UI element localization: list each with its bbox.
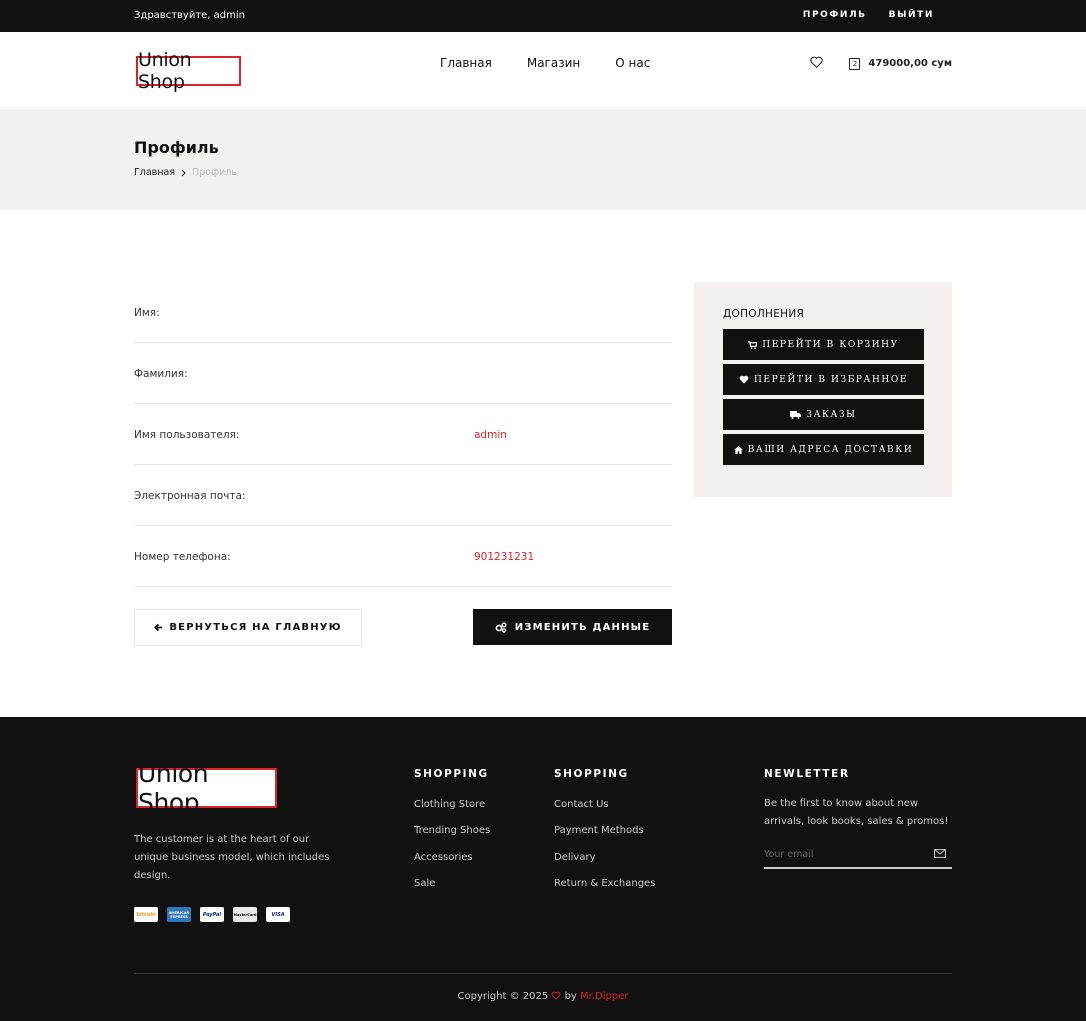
footer-col-title: SHOPPING <box>554 768 629 780</box>
edit-profile-label: ИЗМЕНИТЬ ДАННЫЕ <box>514 621 651 633</box>
top-bar: Здравствуйте, admin ПРОФИЛЬ ВЫЙТИ <box>0 0 1086 32</box>
heart-outline-icon <box>551 991 561 1000</box>
arrow-left-icon <box>154 623 163 632</box>
row-label: Фамилия: <box>134 368 188 380</box>
site-logo[interactable]: Union Shop <box>136 49 241 93</box>
copyright-text: Copyright © 2025 <box>457 991 549 1002</box>
nav-shop[interactable]: Магазин <box>527 56 580 70</box>
chevron-right-icon <box>181 169 186 176</box>
mastercard-card-icon: MasterCard <box>233 907 257 922</box>
back-home-button[interactable]: ВЕРНУТЬСЯ НА ГЛАВНУЮ <box>134 609 362 646</box>
profile-row-phone: Номер телефона: 901231231 <box>134 526 672 587</box>
newsletter-title: NEWLETTER <box>764 768 850 780</box>
newsletter-form <box>764 847 952 869</box>
cart-button[interactable]: 2 479000,00 сум <box>849 57 952 70</box>
back-home-label: ВЕРНУТЬСЯ НА ГЛАВНУЮ <box>169 622 342 633</box>
footer-link[interactable]: Clothing Store <box>414 799 485 810</box>
cart-bag-icon: 2 <box>849 57 861 70</box>
row-label: Электронная почта: <box>134 490 246 502</box>
profile-row-email: Электронная почта: <box>134 465 672 526</box>
footer-link[interactable]: Contact Us <box>554 799 609 810</box>
extras-panel: ДОПОЛНЕНИЯ ПЕРЕЙТИ В КОРЗИНУ ПЕРЕЙТИ В И… <box>694 282 952 497</box>
row-value: 901231231 <box>474 551 535 563</box>
profile-link[interactable]: ПРОФИЛЬ <box>803 10 867 20</box>
row-label: Имя пользователя: <box>134 429 240 441</box>
orders-label: ЗАКАЗЫ <box>806 409 857 420</box>
newsletter-text: Be the first to know about new arrivals,… <box>764 798 949 827</box>
wishlist-heart-icon[interactable] <box>810 56 824 71</box>
profile-row-username: Имя пользователя: admin <box>134 404 672 465</box>
breadcrumb: Главная Профиль <box>134 167 237 178</box>
footer-logo[interactable]: Union Shop <box>136 759 277 817</box>
go-to-favorites-button[interactable]: ПЕРЕЙТИ В ИЗБРАННОЕ <box>723 364 924 395</box>
row-value: admin <box>474 429 507 441</box>
gears-icon <box>495 622 507 633</box>
footer-link[interactable]: Payment Methods <box>554 825 644 836</box>
newsletter-email-input[interactable] <box>764 849 924 860</box>
go-to-cart-button[interactable]: ПЕРЕЙТИ В КОРЗИНУ <box>723 329 924 360</box>
home-icon <box>733 445 743 454</box>
footer-divider <box>134 973 952 974</box>
cart-count: 2 <box>852 59 858 68</box>
bitcoin-card-icon: bitcoin <box>134 907 158 922</box>
row-label: Номер телефона: <box>134 551 231 563</box>
profile-row-first-name: Имя: <box>134 282 672 343</box>
orders-button[interactable]: ЗАКАЗЫ <box>723 399 924 430</box>
breadcrumb-current: Профиль <box>192 167 238 178</box>
main-nav: Главная Магазин О нас <box>440 56 650 70</box>
row-label: Имя: <box>134 307 160 319</box>
header-actions: 2 479000,00 сум <box>810 56 952 71</box>
footer-link[interactable]: Accessories <box>414 852 473 863</box>
logout-link[interactable]: ВЫЙТИ <box>889 10 934 20</box>
visa-card-icon: VISA <box>266 907 290 922</box>
go-to-favorites-label: ПЕРЕЙТИ В ИЗБРАННОЕ <box>753 374 909 385</box>
greeting-text: Здравствуйте, admin <box>134 10 245 21</box>
site-footer: Union Shop The customer is at the heart … <box>0 717 1086 1021</box>
envelope-icon[interactable] <box>934 848 946 861</box>
site-header: Union Shop Главная Магазин О нас 2 47900… <box>0 32 1086 108</box>
profile-details: Имя: Фамилия: Имя пользователя: admin Эл… <box>134 282 672 587</box>
author-link[interactable]: Mr.Dipper <box>580 991 628 1002</box>
newsletter: NEWLETTER Be the first to know about new… <box>764 768 954 869</box>
copyright: Copyright © 2025 by Mr.Dipper <box>0 991 1086 1002</box>
profile-row-last-name: Фамилия: <box>134 343 672 404</box>
footer-link[interactable]: Return & Exchanges <box>554 878 655 889</box>
nav-home[interactable]: Главная <box>440 56 492 70</box>
page-title: Профиль <box>134 138 219 157</box>
footer-logo-text: Union Shop <box>138 759 209 817</box>
footer-link[interactable]: Trending Shoes <box>414 825 490 836</box>
heart-icon <box>739 375 749 384</box>
footer-col-title: SHOPPING <box>414 768 489 780</box>
cart-icon <box>748 340 758 349</box>
copyright-by: by <box>564 991 577 1002</box>
payment-cards: bitcoin AMERICAN EXPRESS PayPal MasterCa… <box>134 907 290 922</box>
go-to-cart-label: ПЕРЕЙТИ В КОРЗИНУ <box>762 339 899 350</box>
footer-col-shopping-2: SHOPPING Contact Us Payment Methods Deli… <box>554 768 655 904</box>
logo-text: Union Shop <box>138 49 192 93</box>
footer-link[interactable]: Sale <box>414 878 435 889</box>
amex-card-icon: AMERICAN EXPRESS <box>167 907 191 922</box>
truck-icon <box>790 410 802 419</box>
delivery-addresses-button[interactable]: ВАШИ АДРЕСА ДОСТАВКИ <box>723 434 924 465</box>
page-title-band: Профиль Главная Профиль <box>0 109 1086 210</box>
footer-col-shopping-1: SHOPPING Clothing Store Trending Shoes A… <box>414 768 490 904</box>
footer-description: The customer is at the heart of our uniq… <box>134 834 330 881</box>
breadcrumb-home[interactable]: Главная <box>134 167 175 178</box>
top-links: ПРОФИЛЬ ВЫЙТИ <box>803 10 934 20</box>
nav-about[interactable]: О нас <box>615 56 650 70</box>
paypal-card-icon: PayPal <box>200 907 224 922</box>
edit-profile-button[interactable]: ИЗМЕНИТЬ ДАННЫЕ <box>473 609 672 645</box>
extras-title: ДОПОЛНЕНИЯ <box>723 308 805 320</box>
cart-total: 479000,00 сум <box>868 58 952 69</box>
footer-link[interactable]: Delivary <box>554 852 595 863</box>
delivery-addresses-label: ВАШИ АДРЕСА ДОСТАВКИ <box>747 444 914 455</box>
